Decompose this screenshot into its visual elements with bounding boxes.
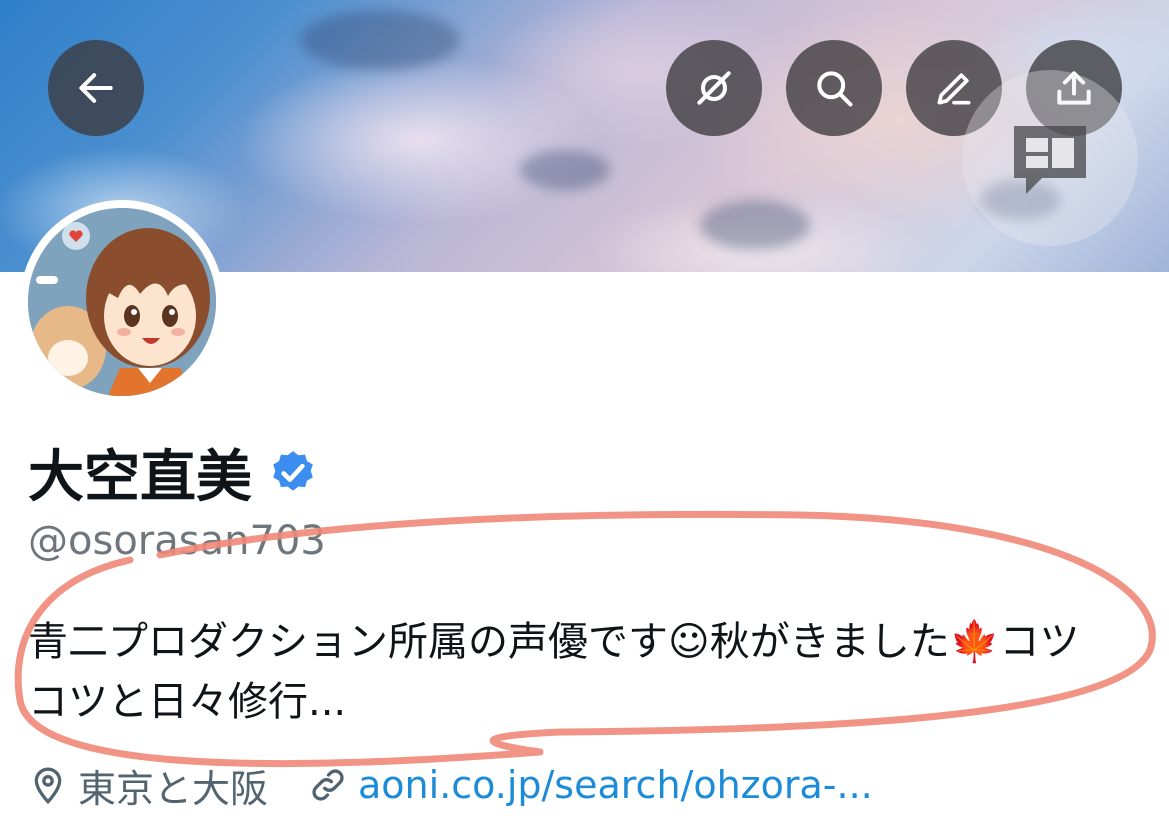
website-link[interactable]: aoni.co.jp/search/ohzora-...: [358, 763, 873, 807]
location-item: 東京と大阪: [28, 758, 268, 813]
grok-button[interactable]: [666, 40, 762, 136]
bio-line: コツと日々修行...: [28, 679, 347, 725]
arrow-left-icon: [79, 73, 113, 103]
user-handle: @osorasan703: [28, 518, 326, 564]
avatar-image: [28, 208, 216, 396]
profile-bio: 青二プロダクション所属の声優です☺秋がきました🍁コツ コツと日々修行...: [28, 612, 1138, 732]
display-name: 大空直美: [28, 445, 252, 510]
website-item[interactable]: aoni.co.jp/search/ohzora-...: [308, 763, 873, 807]
pencil-icon: [937, 73, 971, 105]
avatar[interactable]: [20, 200, 224, 404]
verified-badge-icon[interactable]: [268, 448, 318, 498]
location-text: 東京と大阪: [78, 766, 269, 811]
back-button[interactable]: [48, 40, 144, 136]
floating-chat-widget[interactable]: [962, 70, 1138, 246]
bio-line: 青二プロダクション所属の声優です☺秋がきました🍁コツ: [28, 619, 1080, 665]
search-button[interactable]: [786, 40, 882, 136]
link-icon: [312, 769, 344, 801]
chat-widget-icon: [1014, 126, 1086, 194]
profile-meta: 東京と大阪 aoni.co.jp/search/ohzora-...: [28, 758, 913, 813]
location-pin-icon: [34, 767, 62, 805]
display-name-row: 大空直美: [28, 432, 318, 513]
grok-slash-icon: [697, 71, 731, 105]
search-icon: [817, 71, 853, 107]
